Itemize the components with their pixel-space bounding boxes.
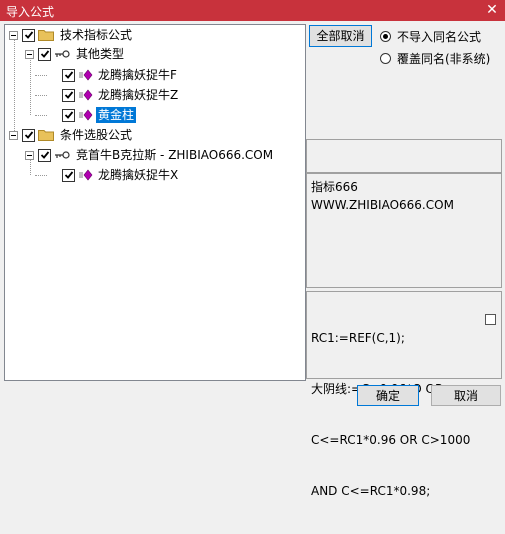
checkbox[interactable] (62, 68, 75, 82)
no-import-option[interactable]: 不导入同名公式 (380, 28, 481, 45)
tree-node-label: 龙腾擒妖捉牛F (98, 68, 177, 82)
folder-icon (38, 130, 54, 141)
title-bar: 导入公式 ✕ (0, 0, 505, 21)
tree-line (35, 175, 47, 176)
radio-button[interactable] (380, 53, 391, 64)
overwrite-label: 覆盖同名(非系统) (397, 52, 491, 66)
tree-node-label: 龙腾擒妖捉牛Z (98, 88, 179, 102)
ok-button[interactable]: 确定 (357, 385, 419, 406)
checkbox[interactable] (22, 128, 35, 142)
tree-line (14, 39, 15, 135)
collapse-icon[interactable] (9, 30, 18, 40)
cancel-button[interactable]: 取消 (431, 385, 501, 406)
formula-line: C<=RC1*0.96 OR C>1000 (311, 433, 471, 447)
tree-node-label: 条件选股公式 (60, 128, 133, 142)
import-formula-dialog: 导入公式 ✕ 技术指标公式 其他类型 龙腾擒妖捉牛F 龙腾擒妖捉牛Z 黄金柱 条… (0, 0, 505, 498)
formula-line: AND C<=RC1*0.98; (311, 484, 431, 498)
tree-node-label: 竞首牛B克拉斯 - ZHIBIAO666.COM (76, 148, 274, 162)
info-panel (306, 139, 502, 173)
collapse-icon[interactable] (25, 49, 34, 59)
collapse-icon[interactable] (9, 130, 18, 140)
close-icon[interactable]: ✕ (485, 2, 499, 18)
tree-line (30, 58, 31, 115)
checkbox[interactable] (62, 88, 75, 102)
folder-icon (38, 30, 54, 41)
description-text: 指标666 WWW.ZHIBIAO666.COM (311, 178, 454, 214)
tree-node-label: 黄金柱 (96, 107, 137, 123)
description-line: 指标666 (311, 180, 358, 194)
preview-checkbox[interactable] (485, 314, 496, 325)
checkbox[interactable] (38, 148, 51, 162)
formula-line: RC1:=REF(C,1); (311, 331, 405, 345)
checkbox[interactable] (62, 168, 75, 182)
tree-node-tech-indicators[interactable]: 技术指标公式 (9, 26, 134, 44)
window-title: 导入公式 (6, 5, 55, 19)
tree-node-formula-x[interactable]: 龙腾擒妖捉牛X (62, 166, 180, 184)
formula-tree[interactable]: 技术指标公式 其他类型 龙腾擒妖捉牛F 龙腾擒妖捉牛Z 黄金柱 条件选股公式 竞… (4, 24, 306, 381)
tree-node-label: 龙腾擒妖捉牛X (98, 168, 179, 182)
key-icon (55, 50, 70, 58)
tree-node-formula-z[interactable]: 龙腾擒妖捉牛Z (62, 86, 180, 104)
tree-line (35, 115, 47, 116)
formula-gem-icon (79, 109, 93, 121)
tree-node-formula-f[interactable]: 龙腾擒妖捉牛F (62, 66, 179, 84)
formula-text: RC1:=REF(C,1); 大阴线:=C<0.96*O OR C<=RC1*0… (311, 296, 470, 534)
tree-node-label: 技术指标公式 (60, 28, 133, 42)
tree-line (35, 75, 47, 76)
formula-preview-box: RC1:=REF(C,1); 大阴线:=C<0.96*O OR C<=RC1*0… (306, 291, 502, 498)
description-box: 指标666 WWW.ZHIBIAO666.COM (306, 173, 502, 288)
checkbox[interactable] (62, 108, 75, 122)
tree-node-formula-gold-pillar[interactable]: 黄金柱 (62, 106, 137, 124)
formula-gem-icon (79, 69, 93, 81)
description-line: WWW.ZHIBIAO666.COM (311, 198, 454, 212)
checkbox[interactable] (38, 47, 51, 61)
collapse-icon[interactable] (25, 150, 34, 160)
formula-gem-icon (79, 89, 93, 101)
tree-line (35, 95, 47, 96)
no-import-label: 不导入同名公式 (397, 30, 482, 44)
tree-node-stock-selection[interactable]: 条件选股公式 (9, 126, 134, 144)
checkbox[interactable] (22, 28, 35, 42)
key-icon (55, 151, 70, 159)
formula-gem-icon (79, 169, 93, 181)
radio-button[interactable] (380, 31, 391, 42)
cancel-all-button[interactable]: 全部取消 (309, 25, 372, 47)
tree-node-competition[interactable]: 竞首牛B克拉斯 - ZHIBIAO666.COM (25, 146, 275, 164)
tree-node-label: 其他类型 (76, 47, 125, 61)
overwrite-option[interactable]: 覆盖同名(非系统) (380, 50, 490, 67)
tree-node-other-types[interactable]: 其他类型 (25, 45, 126, 63)
